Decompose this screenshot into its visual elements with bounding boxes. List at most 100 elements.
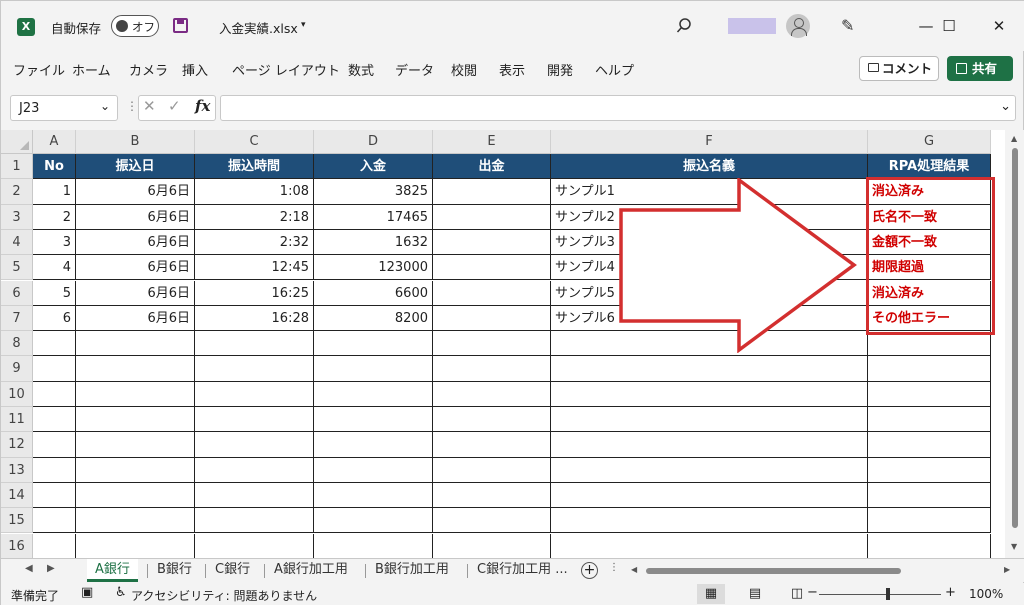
empty-cell[interactable]	[551, 407, 868, 433]
empty-cell[interactable]	[551, 356, 868, 382]
table-cell[interactable]: 6月6日	[76, 305, 195, 332]
row-header[interactable]: 9	[1, 356, 33, 382]
empty-cell[interactable]	[33, 508, 76, 534]
empty-cell[interactable]	[76, 356, 195, 382]
table-cell[interactable]: 123000	[314, 255, 433, 281]
table-cell[interactable]	[433, 280, 551, 306]
menu-page-layout[interactable]: ページ レイアウト	[232, 60, 340, 79]
empty-cell[interactable]	[195, 432, 314, 458]
sheet-tab-c-bank-processing[interactable]: C銀行加工用 ...	[469, 559, 576, 582]
empty-cell[interactable]	[314, 331, 433, 357]
empty-cell[interactable]	[868, 381, 991, 407]
empty-cell[interactable]	[76, 381, 195, 407]
empty-cell[interactable]	[433, 381, 551, 407]
menu-formulas[interactable]: 数式	[348, 60, 374, 79]
empty-cell[interactable]	[314, 381, 433, 407]
empty-cell[interactable]	[195, 533, 314, 558]
scroll-up-icon[interactable]: ▲	[1011, 134, 1017, 143]
page-layout-view-button[interactable]: ▤	[741, 584, 769, 604]
autosave-toggle[interactable]: オフ	[111, 15, 159, 37]
sheet-tab-b-bank-processing[interactable]: B銀行加工用	[367, 559, 457, 582]
scroll-right-icon[interactable]: ▶	[1004, 565, 1010, 574]
close-button[interactable]: ✕	[979, 11, 1019, 41]
empty-cell[interactable]	[33, 331, 76, 357]
empty-cell[interactable]	[33, 407, 76, 433]
table-cell[interactable]: 3	[33, 229, 76, 256]
column-header-col-b[interactable]: B	[76, 130, 195, 154]
row-header[interactable]: 14	[1, 482, 33, 509]
empty-cell[interactable]	[314, 482, 433, 509]
empty-cell[interactable]	[195, 457, 314, 483]
table-cell[interactable]	[433, 204, 551, 230]
row-header[interactable]: 4	[1, 229, 33, 256]
accessibility-icon[interactable]: ♿	[115, 585, 127, 600]
menu-file[interactable]: ファイル	[13, 60, 65, 79]
empty-cell[interactable]	[868, 508, 991, 534]
row-header[interactable]: 2	[1, 179, 33, 205]
table-header-cell[interactable]: 入金	[314, 154, 433, 180]
zoom-slider[interactable]	[819, 594, 941, 595]
menu-insert[interactable]: 挿入	[182, 60, 208, 79]
row-header[interactable]: 7	[1, 305, 33, 332]
menu-review[interactable]: 校閲	[451, 60, 477, 79]
table-cell[interactable]: 3825	[314, 179, 433, 205]
empty-cell[interactable]	[868, 432, 991, 458]
empty-cell[interactable]	[76, 482, 195, 509]
empty-cell[interactable]	[33, 432, 76, 458]
row-header[interactable]: 15	[1, 508, 33, 534]
vertical-scrollbar[interactable]: ▲ ▼	[1005, 130, 1024, 558]
empty-cell[interactable]	[551, 482, 868, 509]
empty-cell[interactable]	[195, 331, 314, 357]
comment-button[interactable]: コメント	[859, 56, 939, 81]
table-cell[interactable]: 2:18	[195, 204, 314, 230]
empty-cell[interactable]	[195, 508, 314, 534]
empty-cell[interactable]	[195, 356, 314, 382]
empty-cell[interactable]	[314, 457, 433, 483]
table-header-cell[interactable]: 振込名義	[551, 154, 868, 180]
empty-cell[interactable]	[433, 356, 551, 382]
menu-developer[interactable]: 開発	[547, 60, 573, 79]
accessibility-status[interactable]: アクセシビリティ: 問題ありません	[131, 587, 317, 604]
table-header-cell[interactable]: 振込時間	[195, 154, 314, 180]
table-cell[interactable]: 5	[33, 280, 76, 306]
empty-cell[interactable]	[195, 482, 314, 509]
row-header[interactable]: 3	[1, 204, 33, 230]
table-cell[interactable]: 17465	[314, 204, 433, 230]
sheet-tab-b-bank[interactable]: B銀行	[149, 559, 200, 582]
empty-cell[interactable]	[433, 432, 551, 458]
file-name[interactable]: 入金実績.xlsx	[219, 18, 298, 37]
empty-cell[interactable]	[76, 533, 195, 558]
account-name[interactable]	[728, 18, 776, 34]
name-box[interactable]: J23 ⌄	[10, 95, 118, 121]
table-cell[interactable]: 1:08	[195, 179, 314, 205]
formula-input[interactable]: ⌄	[220, 95, 1016, 121]
column-header-col-f[interactable]: F	[551, 130, 868, 154]
table-cell[interactable]: 16:28	[195, 305, 314, 332]
vertical-scroll-thumb[interactable]	[1012, 148, 1018, 528]
table-cell[interactable]: 6月6日	[76, 204, 195, 230]
table-cell[interactable]: 8200	[314, 305, 433, 332]
table-cell[interactable]: 1632	[314, 229, 433, 256]
empty-cell[interactable]	[551, 381, 868, 407]
insert-function-button[interactable]: fx	[195, 97, 210, 115]
empty-cell[interactable]	[551, 457, 868, 483]
table-cell[interactable]: 12:45	[195, 255, 314, 281]
maximize-button[interactable]: ☐	[929, 11, 969, 41]
add-sheet-button[interactable]: +	[581, 562, 598, 579]
tab-prev-icon[interactable]: ◀	[25, 563, 33, 574]
zoom-out-button[interactable]: −	[807, 585, 818, 600]
scroll-down-icon[interactable]: ▼	[1011, 542, 1017, 551]
table-cell[interactable]	[433, 179, 551, 205]
table-cell[interactable]: 6	[33, 305, 76, 332]
menu-view[interactable]: 表示	[499, 60, 525, 79]
row-header[interactable]: 5	[1, 255, 33, 281]
empty-cell[interactable]	[551, 432, 868, 458]
macro-record-icon[interactable]: ▣	[81, 585, 93, 600]
sheet-tab-a-bank-processing[interactable]: A銀行加工用	[266, 559, 356, 582]
zoom-in-button[interactable]: +	[945, 585, 956, 600]
empty-cell[interactable]	[76, 331, 195, 357]
table-cell[interactable]: 6月6日	[76, 255, 195, 281]
cancel-icon[interactable]: ✕	[143, 97, 156, 115]
empty-cell[interactable]	[868, 533, 991, 558]
table-cell[interactable]: 1	[33, 179, 76, 205]
